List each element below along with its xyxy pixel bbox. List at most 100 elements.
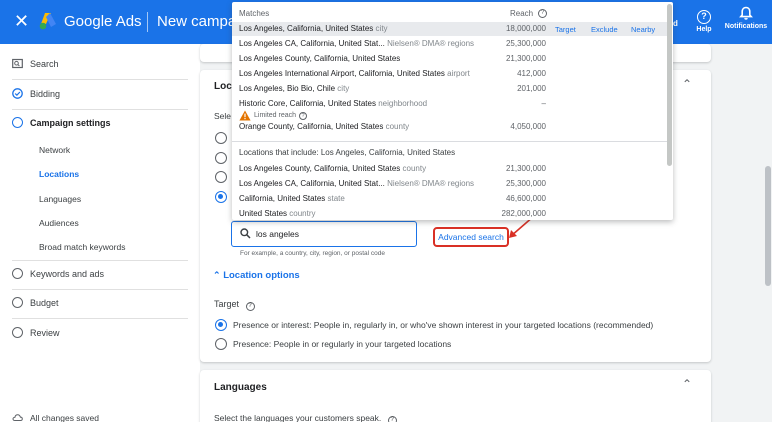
dropdown-scrollbar[interactable] (667, 4, 672, 166)
collapse-chevron-icon[interactable]: ⌃ (682, 377, 692, 391)
exclude-link[interactable]: Exclude (591, 25, 618, 34)
sidebar-item-languages[interactable]: Languages (39, 194, 81, 204)
match-reach: 18,000,000 (505, 24, 546, 33)
include-type: country (289, 209, 316, 218)
sidebar-divider (12, 318, 188, 319)
help-button[interactable]: ? Help (690, 6, 718, 33)
limited-reach-label: Limited reach (254, 112, 297, 119)
location-radio-2[interactable] (215, 152, 227, 164)
close-icon[interactable]: ✕ (14, 11, 29, 31)
search-hint: For example, a country, city, region, or… (240, 250, 385, 257)
match-type: neighborhood (378, 99, 428, 108)
step-circle-icon (12, 268, 23, 279)
include-type: state (327, 194, 345, 203)
location-suggestions-dropdown: Matches Reach ? Los Angeles, California,… (232, 2, 673, 220)
location-radio-1[interactable] (215, 132, 227, 144)
notifications-button[interactable]: Notifications (720, 6, 772, 30)
sidebar-item-network[interactable]: Network (39, 145, 70, 155)
sidebar-label-campaign-settings: Campaign settings (30, 117, 111, 128)
languages-header: Languages (214, 382, 267, 393)
location-search-box[interactable] (231, 221, 417, 247)
location-search-input[interactable] (256, 226, 406, 242)
title-divider (147, 12, 148, 32)
match-reach: 412,000 (517, 69, 546, 78)
search-icon (240, 228, 251, 239)
match-row[interactable]: Los Angeles International Airport, Calif… (232, 67, 667, 81)
help-icon[interactable]: ? (245, 302, 255, 311)
match-row[interactable]: Historic Core, California, United States… (232, 97, 667, 111)
include-type: Nielsen® DMA® regions (387, 179, 475, 188)
nearby-link[interactable]: Nearby (631, 25, 655, 34)
locations-header: Loc (214, 81, 232, 92)
include-row[interactable]: Los Angeles County, California, United S… (232, 162, 667, 176)
check-circle-icon (12, 88, 23, 99)
sidebar-item-search[interactable]: Search (12, 58, 59, 69)
help-label: Help (696, 26, 712, 33)
sidebar-divider (12, 289, 188, 290)
include-reach: 21,300,000 (505, 164, 546, 173)
page-scrollbar[interactable] (765, 166, 771, 286)
include-row[interactable]: California, United States state 46,600,0… (232, 192, 667, 206)
sidebar-item-keywords-ads[interactable]: Keywords and ads (12, 268, 104, 279)
advanced-search-button[interactable]: Advanced search (433, 227, 509, 247)
match-row[interactable]: Los Angeles CA, California, United Stat.… (232, 37, 667, 51)
sidebar-item-review[interactable]: Review (12, 327, 60, 338)
location-radio-4[interactable] (215, 191, 227, 203)
match-type: county (385, 122, 410, 131)
target-presence-label: Presence: People in or regularly in your… (233, 339, 452, 349)
toolbar-cut-label: d (673, 19, 678, 28)
sidebar-item-campaign-settings[interactable]: Campaign settings (12, 117, 111, 128)
match-row[interactable]: Los Angeles, California, United States c… (232, 22, 667, 36)
step-circle-icon (12, 327, 23, 338)
location-options-toggle[interactable]: ⌃ Location options (213, 270, 300, 281)
target-presence-interest-label: Presence or interest: People in, regular… (233, 320, 654, 330)
match-name: Los Angeles County, California, United S… (239, 54, 401, 63)
target-link[interactable]: Target (555, 25, 576, 34)
match-row[interactable]: Los Angeles, Bio Bio, Chile city 201,000 (232, 82, 667, 96)
match-reach: 4,050,000 (510, 122, 546, 131)
sidebar: Search Bidding Campaign settings Network… (0, 44, 200, 422)
match-name: Los Angeles, California, United States (239, 24, 374, 33)
bell-icon (739, 6, 753, 20)
match-type: Nielsen® DMA® regions (387, 39, 475, 48)
include-row[interactable]: Los Angeles CA, California, United Stat.… (232, 177, 667, 191)
save-status: All changes saved (12, 412, 99, 422)
collapse-chevron-icon[interactable]: ⌃ (682, 77, 692, 91)
help-icon[interactable]: ? (538, 9, 547, 18)
match-type: airport (447, 69, 470, 78)
search-icon (12, 58, 23, 69)
sidebar-item-locations[interactable]: Locations (39, 169, 79, 179)
help-icon[interactable]: ? (387, 416, 397, 422)
languages-card: Languages ⌃ Select the languages your cu… (200, 370, 711, 422)
sidebar-label-review: Review (30, 327, 60, 338)
step-circle-icon (12, 297, 23, 308)
match-reach: 25,300,000 (505, 39, 546, 48)
match-row[interactable]: Orange County, California, United States… (232, 120, 667, 134)
languages-subtitle-text: Select the languages your customers spea… (214, 413, 382, 422)
step-circle-icon (12, 117, 23, 128)
sidebar-item-bidding[interactable]: Bidding (12, 88, 60, 99)
help-icon[interactable]: ? (299, 111, 308, 120)
location-options-label: Location options (223, 270, 300, 281)
languages-subtitle: Select the languages your customers spea… (214, 413, 397, 422)
sidebar-item-budget[interactable]: Budget (12, 297, 59, 308)
match-row[interactable]: Los Angeles County, California, United S… (232, 52, 667, 66)
match-type: city (337, 84, 350, 93)
includes-header: Locations that include: Los Angeles, Cal… (239, 148, 456, 157)
sidebar-label-bidding: Bidding (30, 88, 61, 99)
match-type: city (375, 24, 388, 33)
location-radio-3[interactable] (215, 171, 227, 183)
match-reach: – (541, 99, 546, 108)
sidebar-divider (12, 109, 188, 110)
target-presence-radio[interactable] (215, 338, 227, 350)
sidebar-item-broad-match[interactable]: Broad match keywords (39, 242, 125, 252)
include-reach: 46,600,000 (505, 194, 546, 203)
target-label: Target ? (214, 299, 255, 311)
include-row[interactable]: United States country 282,000,000 (232, 207, 667, 220)
sidebar-item-audiences[interactable]: Audiences (39, 218, 79, 228)
match-name: Los Angeles International Airport, Calif… (239, 69, 445, 78)
match-reach: 21,300,000 (505, 54, 546, 63)
target-presence-interest-radio[interactable] (215, 319, 227, 331)
target-label-text: Target (214, 299, 240, 309)
match-name: Orange County, California, United States (239, 122, 384, 131)
